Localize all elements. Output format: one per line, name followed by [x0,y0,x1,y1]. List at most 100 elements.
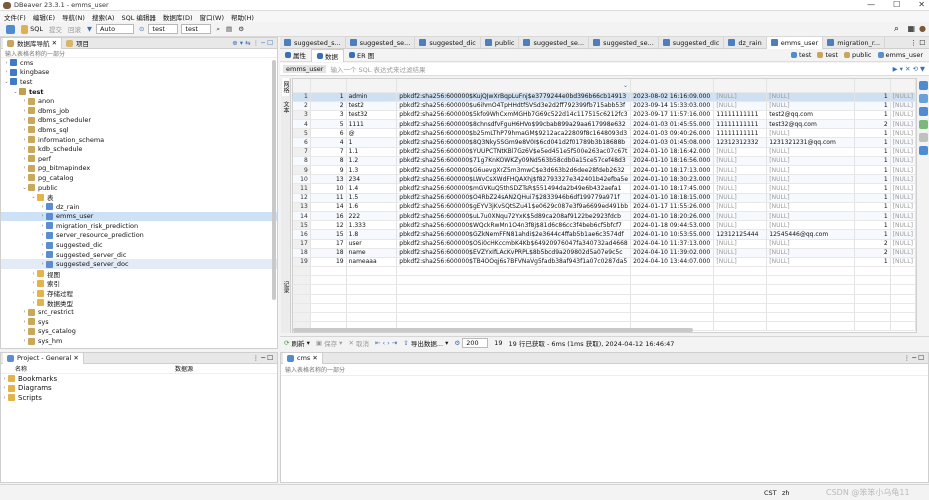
project-item-bookmarks[interactable]: › Bookmarks [1,374,277,384]
table-cell[interactable]: pbkdf2:sha256:600000$O4RbZ24sAN2QHui7$28… [396,193,632,203]
table-cell[interactable]: 10 [310,183,347,194]
editor-tab[interactable]: suggested_se... [589,36,659,49]
table-cell[interactable]: 2024-01-10 18:18:15.000 [630,193,715,203]
editor-tab[interactable]: suggested_se... [519,36,590,49]
editor-tab[interactable]: suggested_dic [415,36,481,49]
table-cell[interactable]: 2024-01-10 18:16:42.000 [630,147,715,157]
expand-arrow-icon[interactable]: › [21,175,28,181]
table-row[interactable]: 16 15 1.8 pbkdf2:sha256:600000$GZkNemFFN81a… [293,229,916,240]
tab-project-general[interactable]: Project - General ✕ [3,352,84,364]
table-row[interactable]: 9 9 1.3 pbkdf2:sha256:600000$G6uevgXrZ5m3mw… [293,165,916,176]
expand-arrow-icon[interactable]: › [21,108,28,114]
column-header[interactable]: ⌄ [396,79,632,93]
minimize-button[interactable]: — [867,0,875,9]
table-cell[interactable]: 1 [854,193,891,203]
filter-tools-icon[interactable]: ▶ ▾ ✕ ⟲ ▼ [893,65,925,73]
table-row[interactable]: 13 14 1.6 pbkdf2:sha256:600000$gEYV3jKvSQtS… [293,202,916,212]
column-header[interactable] [346,79,398,93]
menu-window[interactable]: 窗口(W) [199,12,224,22]
table-cell[interactable]: 2 [854,239,891,249]
expand-arrow-icon[interactable]: › [30,271,37,277]
collapse-arrow-icon[interactable]: ⌄ [21,185,28,191]
tree-node--[interactable]: › 视图 [1,269,277,279]
table-cell[interactable]: [NULL] [890,156,916,167]
table-cell[interactable]: pbkdf2:sha256:600000$b25mLThP79hmaGM$921… [396,128,632,139]
table-row[interactable]: 10 13 234 pbkdf2:sha256:600000$LWvCsXWdFHQA… [293,174,916,185]
expand-arrow-icon[interactable]: › [3,60,10,66]
locale-indicator[interactable]: zh [782,489,790,497]
table-cell[interactable]: 1111 [346,119,398,130]
table-cell[interactable]: 2024-01-10 18:17:45.000 [630,183,715,194]
table-cell[interactable]: 12545446@qq.com [766,229,855,240]
expand-arrow-icon[interactable]: › [21,117,28,123]
table-cell[interactable]: [NULL] [766,156,855,167]
transaction-log-icon[interactable]: ⊙ [137,24,146,35]
tree-node-perf[interactable]: › perf [1,154,277,164]
table-cell[interactable]: pbkdf2:sha256:600000$WQckRwMn1O4n3f8j$81… [396,220,632,231]
column-header[interactable] [713,79,768,93]
editor-menu-icon[interactable]: ⋮ ☐ [910,39,926,47]
maximize-button[interactable]: ☐ [893,0,900,9]
global-search-icon[interactable]: ⌕ [894,24,899,34]
export-button[interactable]: ⇪ 导出数据... ▾ [403,338,448,348]
expand-arrow-icon[interactable]: › [21,146,28,152]
table-cell[interactable]: [NULL] [890,202,916,212]
tree-node-public[interactable]: ⌄ public [1,183,277,193]
expand-arrow-icon[interactable]: › [21,309,28,315]
table-cell[interactable]: [NULL] [766,174,855,185]
expand-arrow-icon[interactable]: › [30,300,37,306]
table-cell[interactable]: 2024-04-10 11:37:13.000 [630,239,715,249]
expand-arrow-icon[interactable]: › [3,69,10,75]
editor-tab[interactable]: suggested_s... [280,36,346,49]
table-cell[interactable]: 234 [346,174,398,185]
active-schema-select[interactable]: test [181,24,212,34]
tree-node-migration-risk-prediction[interactable]: › migration_risk_prediction [1,221,277,231]
expand-arrow-icon[interactable]: › [39,204,46,210]
tree-node-suggested-server-doc[interactable]: › suggested_server_doc [1,259,277,270]
collapse-arrow-icon[interactable]: ⌄ [30,194,37,200]
table-row[interactable]: 1 1 admin pbkdf2:sha256:600000$KujQJwXrBqpL… [293,92,916,102]
tree-node-test[interactable]: ⌄ test [1,77,277,87]
table-cell[interactable]: 1 [854,257,891,268]
save-button[interactable]: ▣ 保存 ▾ [316,338,343,348]
table-cell[interactable]: 12 [310,220,347,231]
table-cell[interactable]: [NULL] [713,165,768,176]
sql-editor-button[interactable]: SQL [19,24,45,35]
table-cell[interactable]: [NULL] [766,248,855,258]
table-cell[interactable]: 16 [310,211,347,222]
navigator-filter-input[interactable]: 输入表格名称的一部分 [1,49,277,58]
menu-help[interactable]: 帮助(H) [231,12,254,22]
table-cell[interactable]: 1 [854,165,891,176]
tab-data[interactable]: 数据 [311,48,344,62]
table-cell[interactable]: 2 [310,101,347,111]
expand-arrow-icon[interactable]: › [21,328,28,334]
output-panel-menu-icon[interactable]: ⋮ ─ ☐ [904,354,924,362]
tree-node-dbms-sql[interactable]: › dbms_sql [1,125,277,135]
table-cell[interactable]: [NULL] [766,101,855,111]
column-header[interactable] [766,79,855,93]
table-cell[interactable]: [NULL] [890,165,916,176]
table-cell[interactable]: [NULL] [766,211,855,222]
table-row[interactable]: 2 2 test2 pbkdf2:sha256:600000$u6ihmO4TpHHd… [293,101,916,111]
fetch-size-control[interactable]: ⚙ 200 [454,338,489,348]
table-cell[interactable]: [NULL] [713,101,768,111]
table-cell[interactable]: 7 [310,147,347,157]
expand-arrow-icon[interactable]: › [39,252,46,258]
transaction-mode-select[interactable]: Auto [95,24,134,34]
table-cell[interactable]: [NULL] [890,239,916,249]
tab-cms[interactable]: cms ✕ [283,352,323,364]
table-cell[interactable]: 2 [854,248,891,258]
expand-arrow-icon[interactable]: › [21,127,28,133]
tree-node-test[interactable]: ⌄ test [1,87,277,97]
table-row[interactable]: 7 7 1.1 pbkdf2:sha256:600000$YUUPCTNtKBl7Gz… [293,147,916,157]
table-row[interactable]: 3 3 test32 pbkdf2:sha256:600000$5kfo9WhCxmM… [293,110,916,121]
menu-edit[interactable]: 编辑(E) [33,12,55,22]
table-cell[interactable]: 2024-04-10 11:39:02.000 [630,248,715,258]
breadcrumb-connection[interactable]: test [799,51,811,59]
table-cell[interactable]: 5 [310,119,347,130]
timezone-indicator[interactable]: CST [764,489,777,497]
table-row[interactable]: 5 6 @ pbkdf2:sha256:600000$b25mLThP79hmaGM$… [293,128,916,139]
settings-icon[interactable]: ⚙ [236,24,246,35]
table-cell[interactable]: [NULL] [890,174,916,185]
tree-node-server-resource-prediction[interactable]: › server_resource_prediction [1,231,277,241]
